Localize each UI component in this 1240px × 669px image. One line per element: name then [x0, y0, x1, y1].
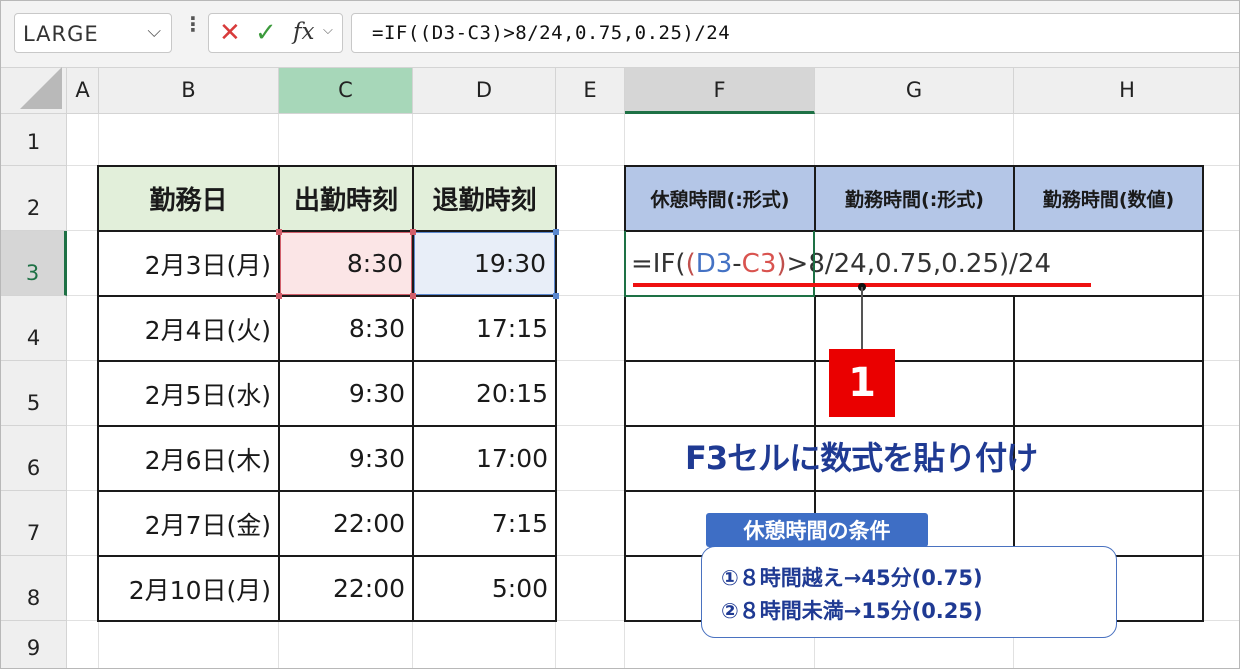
table-header-date[interactable]: 勤務日	[98, 165, 279, 231]
row-header-5[interactable]: 5	[1, 361, 67, 426]
formula-input[interactable]: =IF((D3-C3)>8/24,0.75,0.25)/24	[351, 13, 1239, 53]
ref-handle[interactable]	[410, 229, 416, 235]
row-header-3[interactable]: 3	[1, 231, 67, 296]
ref-handle[interactable]	[410, 293, 416, 299]
chevron-down-icon[interactable]: ⌵	[147, 21, 161, 42]
ref-handle[interactable]	[276, 293, 282, 299]
cell-c5[interactable]: 9:30	[279, 361, 413, 426]
chevron-down-icon[interactable]: ⌵	[323, 23, 333, 38]
table-border	[97, 425, 557, 427]
ref-handle[interactable]	[553, 293, 559, 299]
cell-c7[interactable]: 22:00	[279, 491, 413, 556]
cell-b6[interactable]: 2月6日(木)	[98, 426, 279, 491]
more-options-icon[interactable]: ⋮	[183, 14, 203, 34]
cell-b3[interactable]: 2月3日(月)	[98, 231, 279, 296]
row-header-9[interactable]: 9	[1, 621, 67, 668]
table-border	[97, 620, 557, 622]
cell-c3[interactable]: 8:30	[279, 231, 413, 296]
cell-b8[interactable]: 2月10日(月)	[98, 556, 279, 621]
table-border	[624, 425, 1204, 427]
table-border	[97, 490, 557, 492]
table-border	[97, 165, 557, 167]
cell-d7[interactable]: 7:15	[413, 491, 556, 556]
condition-line-1: ①８時間越え→45分(0.75)	[721, 566, 983, 590]
callout-line	[861, 287, 863, 349]
table-header-worktime[interactable]: 勤務時間(:形式)	[815, 165, 1014, 231]
cell-d4[interactable]: 17:15	[413, 296, 556, 361]
condition-line-2: ②８時間未満→15分(0.25)	[721, 599, 983, 623]
cell-c8[interactable]: 22:00	[279, 556, 413, 621]
column-header-a[interactable]: A	[67, 68, 99, 114]
table-border	[97, 360, 557, 362]
table-border	[624, 490, 1204, 492]
table-border	[97, 555, 557, 557]
row-header-1[interactable]: 1	[1, 114, 67, 166]
ref-handle[interactable]	[276, 229, 282, 235]
excel-window: LARGE ⌵ ⋮ ✕ ✓ fx ⌵ =IF((D3-C3)>8/24,0.75…	[0, 0, 1240, 669]
step-number-badge: 1	[829, 349, 895, 417]
table-header-end[interactable]: 退勤時刻	[413, 165, 556, 231]
table-border	[624, 165, 1204, 167]
formula-text: =IF((D3-C3)>8/24,0.75,0.25)/24	[372, 22, 731, 44]
name-box[interactable]: LARGE ⌵	[14, 13, 172, 53]
table-header-start[interactable]: 出勤時刻	[279, 165, 413, 231]
table-header-break[interactable]: 休憩時間(:形式)	[625, 165, 815, 231]
cell-d3[interactable]: 19:30	[413, 231, 556, 296]
name-box-value: LARGE	[23, 22, 99, 46]
ref-handle[interactable]	[553, 229, 559, 235]
cancel-icon[interactable]: ✕	[219, 18, 241, 48]
cell-b4[interactable]: 2月4日(火)	[98, 296, 279, 361]
cell-b5[interactable]: 2月5日(水)	[98, 361, 279, 426]
cell-d8[interactable]: 5:00	[413, 556, 556, 621]
enter-check-icon[interactable]: ✓	[255, 18, 277, 48]
table-header-worknum[interactable]: 勤務時間(数値)	[1014, 165, 1203, 231]
column-header-b[interactable]: B	[99, 68, 279, 114]
cell-c4[interactable]: 8:30	[279, 296, 413, 361]
row-header-4[interactable]: 4	[1, 296, 67, 361]
table-border	[1013, 165, 1015, 231]
row-header-6[interactable]: 6	[1, 426, 67, 491]
column-header-d[interactable]: D	[413, 68, 556, 114]
table-border	[1202, 165, 1204, 621]
formula-token: >8/24,0.75,0.25)/24	[786, 248, 1051, 279]
insert-function-icon[interactable]: fx	[293, 19, 314, 45]
cell-d5[interactable]: 20:15	[413, 361, 556, 426]
row-header-2[interactable]: 2	[1, 166, 67, 231]
table-border	[814, 165, 816, 231]
formula-bar: LARGE ⌵ ⋮ ✕ ✓ fx ⌵ =IF((D3-C3)>8/24,0.75…	[1, 1, 1239, 68]
condition-title: 休憩時間の条件	[706, 513, 928, 547]
table-border	[97, 230, 557, 232]
table-border	[97, 295, 557, 297]
row-header-7[interactable]: 7	[1, 491, 67, 556]
table-border	[97, 165, 99, 621]
cell-b7[interactable]: 2月7日(金)	[98, 491, 279, 556]
cell-d6[interactable]: 17:00	[413, 426, 556, 491]
select-all-corner[interactable]	[1, 67, 67, 114]
formula-buttons: ✕ ✓ fx ⌵	[208, 13, 343, 53]
column-header-h[interactable]: H	[1014, 68, 1239, 114]
step-caption: F3セルに数式を貼り付け	[685, 439, 1038, 477]
active-cell-outline	[624, 231, 815, 297]
column-header-e[interactable]: E	[556, 68, 625, 114]
select-all-triangle-icon	[20, 67, 62, 109]
column-header-g[interactable]: G	[815, 68, 1014, 114]
column-header-f[interactable]: F	[625, 68, 815, 114]
table-border	[624, 360, 1204, 362]
row-header-8[interactable]: 8	[1, 556, 67, 621]
column-header-c[interactable]: C	[279, 68, 413, 114]
cell-c6[interactable]: 9:30	[279, 426, 413, 491]
